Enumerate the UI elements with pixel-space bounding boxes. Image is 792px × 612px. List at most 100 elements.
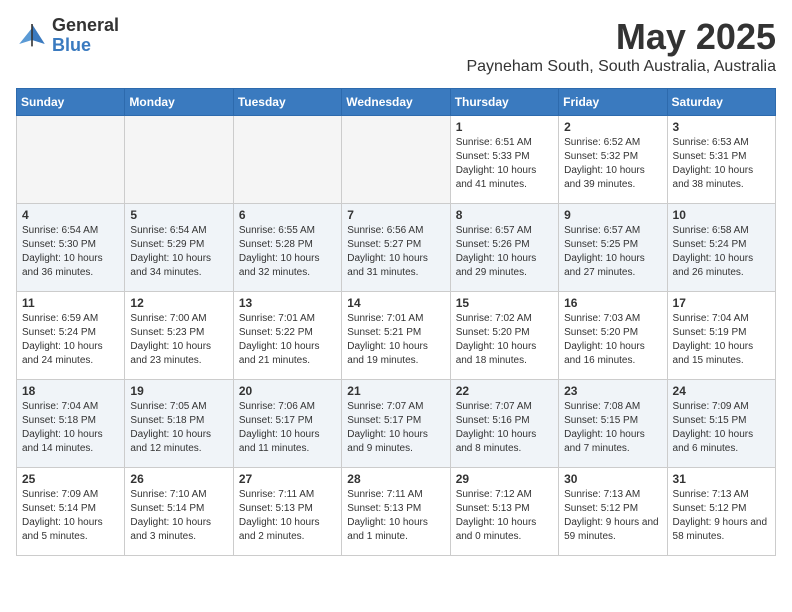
week-row-2: 4 Sunrise: 6:54 AMSunset: 5:30 PMDaylight… (17, 204, 776, 292)
calendar-cell: 12 Sunrise: 7:00 AMSunset: 5:23 PMDayligh… (125, 292, 233, 380)
logo-text: General Blue (52, 16, 119, 56)
day-number: 25 (22, 472, 119, 486)
calendar-cell: 10 Sunrise: 6:58 AMSunset: 5:24 PMDayligh… (667, 204, 775, 292)
cell-info: Sunrise: 6:54 AMSunset: 5:30 PMDaylight:… (22, 224, 119, 280)
calendar-cell: 1 Sunrise: 6:51 AMSunset: 5:33 PMDaylight… (450, 116, 558, 204)
day-number: 30 (564, 472, 661, 486)
calendar-cell: 4 Sunrise: 6:54 AMSunset: 5:30 PMDaylight… (17, 204, 125, 292)
calendar-cell: 3 Sunrise: 6:53 AMSunset: 5:31 PMDaylight… (667, 116, 775, 204)
title-block: May 2025 Payneham South, South Australia… (466, 16, 776, 76)
calendar-cell: 25Sunrise: 7:09 AMSunset: 5:14 PMDayligh… (17, 468, 125, 556)
day-number: 23 (564, 384, 661, 398)
cell-info: Sunrise: 7:08 AMSunset: 5:15 PMDaylight:… (564, 400, 661, 456)
calendar-cell: 11Sunrise: 6:59 AMSunset: 5:24 PMDayligh… (17, 292, 125, 380)
day-number: 19 (130, 384, 227, 398)
logo: General Blue (16, 16, 119, 56)
location-subtitle: Payneham South, South Australia, Austral… (466, 58, 776, 76)
calendar-cell: 29 Sunrise: 7:12 AMSunset: 5:13 PMDayligh… (450, 468, 558, 556)
calendar-cell: 20 Sunrise: 7:06 AMSunset: 5:17 PMDayligh… (233, 380, 341, 468)
cell-info: Sunrise: 7:04 AMSunset: 5:19 PMDaylight:… (673, 312, 770, 368)
calendar-cell: 13 Sunrise: 7:01 AMSunset: 5:22 PMDayligh… (233, 292, 341, 380)
calendar-cell: 17 Sunrise: 7:04 AMSunset: 5:19 PMDayligh… (667, 292, 775, 380)
cell-info: Sunrise: 7:10 AMSunset: 5:14 PMDaylight:… (130, 488, 227, 544)
cell-info: Sunrise: 6:54 AMSunset: 5:29 PMDaylight:… (130, 224, 227, 280)
cell-info: Sunrise: 7:07 AMSunset: 5:16 PMDaylight:… (456, 400, 553, 456)
day-number: 3 (673, 120, 770, 134)
day-header-thursday: Thursday (450, 89, 558, 116)
day-number: 5 (130, 208, 227, 222)
day-number: 28 (347, 472, 444, 486)
day-number: 21 (347, 384, 444, 398)
day-number: 10 (673, 208, 770, 222)
cell-info: Sunrise: 7:04 AMSunset: 5:18 PMDaylight:… (22, 400, 119, 456)
cell-info: Sunrise: 7:12 AMSunset: 5:13 PMDaylight:… (456, 488, 553, 544)
day-number: 14 (347, 296, 444, 310)
day-number: 13 (239, 296, 336, 310)
day-number: 15 (456, 296, 553, 310)
day-number: 20 (239, 384, 336, 398)
day-header-friday: Friday (559, 89, 667, 116)
day-number: 24 (673, 384, 770, 398)
month-title: May 2025 (466, 16, 776, 58)
calendar-cell: 5 Sunrise: 6:54 AMSunset: 5:29 PMDaylight… (125, 204, 233, 292)
cell-info: Sunrise: 7:09 AMSunset: 5:15 PMDaylight:… (673, 400, 770, 456)
calendar-cell: 7 Sunrise: 6:56 AMSunset: 5:27 PMDaylight… (342, 204, 450, 292)
day-number: 22 (456, 384, 553, 398)
calendar-cell: 24 Sunrise: 7:09 AMSunset: 5:15 PMDayligh… (667, 380, 775, 468)
calendar-cell: 6 Sunrise: 6:55 AMSunset: 5:28 PMDaylight… (233, 204, 341, 292)
cell-info: Sunrise: 7:06 AMSunset: 5:17 PMDaylight:… (239, 400, 336, 456)
calendar-cell: 26Sunrise: 7:10 AMSunset: 5:14 PMDayligh… (125, 468, 233, 556)
day-header-monday: Monday (125, 89, 233, 116)
page-header: General Blue May 2025 Payneham South, So… (16, 16, 776, 76)
calendar-cell: 15 Sunrise: 7:02 AMSunset: 5:20 PMDayligh… (450, 292, 558, 380)
cell-info: Sunrise: 6:51 AMSunset: 5:33 PMDaylight:… (456, 136, 553, 192)
day-number: 4 (22, 208, 119, 222)
calendar-cell: 30 Sunrise: 7:13 AMSunset: 5:12 PMDayligh… (559, 468, 667, 556)
day-number: 7 (347, 208, 444, 222)
day-number: 8 (456, 208, 553, 222)
day-number: 1 (456, 120, 553, 134)
day-header-saturday: Saturday (667, 89, 775, 116)
day-number: 31 (673, 472, 770, 486)
day-number: 16 (564, 296, 661, 310)
cell-info: Sunrise: 7:11 AMSunset: 5:13 PMDaylight:… (239, 488, 336, 544)
cell-info: Sunrise: 6:58 AMSunset: 5:24 PMDaylight:… (673, 224, 770, 280)
cell-info: Sunrise: 6:57 AMSunset: 5:26 PMDaylight:… (456, 224, 553, 280)
week-row-3: 11Sunrise: 6:59 AMSunset: 5:24 PMDayligh… (17, 292, 776, 380)
day-number: 29 (456, 472, 553, 486)
cell-info: Sunrise: 7:13 AMSunset: 5:12 PMDaylight:… (673, 488, 770, 544)
cell-info: Sunrise: 6:52 AMSunset: 5:32 PMDaylight:… (564, 136, 661, 192)
cell-info: Sunrise: 7:07 AMSunset: 5:17 PMDaylight:… (347, 400, 444, 456)
week-row-5: 25Sunrise: 7:09 AMSunset: 5:14 PMDayligh… (17, 468, 776, 556)
calendar-cell: 16Sunrise: 7:03 AMSunset: 5:20 PMDayligh… (559, 292, 667, 380)
day-number: 9 (564, 208, 661, 222)
day-number: 11 (22, 296, 119, 310)
cell-info: Sunrise: 7:00 AMSunset: 5:23 PMDaylight:… (130, 312, 227, 368)
cell-info: Sunrise: 7:02 AMSunset: 5:20 PMDaylight:… (456, 312, 553, 368)
day-header-tuesday: Tuesday (233, 89, 341, 116)
calendar-cell: 19 Sunrise: 7:05 AMSunset: 5:18 PMDayligh… (125, 380, 233, 468)
day-number: 18 (22, 384, 119, 398)
cell-info: Sunrise: 7:13 AMSunset: 5:12 PMDaylight:… (564, 488, 661, 544)
cell-info: Sunrise: 7:01 AMSunset: 5:21 PMDaylight:… (347, 312, 444, 368)
cell-info: Sunrise: 6:55 AMSunset: 5:28 PMDaylight:… (239, 224, 336, 280)
calendar-cell (342, 116, 450, 204)
cell-info: Sunrise: 6:56 AMSunset: 5:27 PMDaylight:… (347, 224, 444, 280)
day-number: 2 (564, 120, 661, 134)
day-number: 6 (239, 208, 336, 222)
day-header-sunday: Sunday (17, 89, 125, 116)
calendar-cell: 9Sunrise: 6:57 AMSunset: 5:25 PMDaylight… (559, 204, 667, 292)
day-number: 27 (239, 472, 336, 486)
cell-info: Sunrise: 7:05 AMSunset: 5:18 PMDaylight:… (130, 400, 227, 456)
day-number: 17 (673, 296, 770, 310)
calendar-cell: 28Sunrise: 7:11 AMSunset: 5:13 PMDayligh… (342, 468, 450, 556)
calendar-cell (125, 116, 233, 204)
day-header-wednesday: Wednesday (342, 89, 450, 116)
cell-info: Sunrise: 6:53 AMSunset: 5:31 PMDaylight:… (673, 136, 770, 192)
calendar-cell: 27 Sunrise: 7:11 AMSunset: 5:13 PMDayligh… (233, 468, 341, 556)
day-number: 12 (130, 296, 227, 310)
week-row-4: 18 Sunrise: 7:04 AMSunset: 5:18 PMDayligh… (17, 380, 776, 468)
cell-info: Sunrise: 7:01 AMSunset: 5:22 PMDaylight:… (239, 312, 336, 368)
calendar-cell: 18 Sunrise: 7:04 AMSunset: 5:18 PMDayligh… (17, 380, 125, 468)
calendar-cell: 2 Sunrise: 6:52 AMSunset: 5:32 PMDaylight… (559, 116, 667, 204)
